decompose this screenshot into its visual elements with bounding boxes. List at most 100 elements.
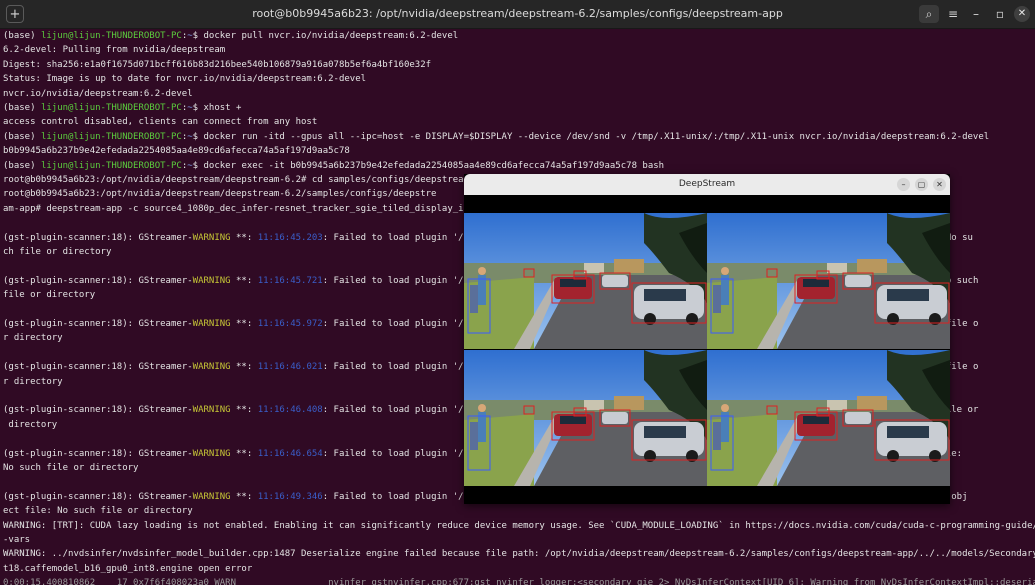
terminal-line: 0:00:15.400810862 17 0x7f6f408023a0 WARN… [3,576,1035,585]
terminal-text: lijun@lijun-THUNDEROBOT-PC [40,31,182,41]
menu-button[interactable]: ≡ [943,5,963,23]
terminal-text: $ docker exec -it b0b9945a6b237b9e42efed… [192,160,665,171]
deepstream-window-title: DeepStream [678,179,736,189]
terminal-text: access control disabled, clients can con… [3,117,318,128]
search-icon: ⌕ [925,7,933,21]
close-icon: ✕ [936,180,943,189]
terminal-text: nvcr.io/nvidia/deepstream:6.2-devel [3,88,193,99]
terminal-text: -vars [3,535,31,545]
terminal-line: r directory [3,331,63,345]
terminal-line: WARNING: [TRT]: CUDA lazy loading is not… [3,519,1035,533]
terminal-text: $ docker pull nvcr.io/nvidia/deepstream:… [192,31,459,41]
terminal-text: 11:16:45.721 [257,275,323,286]
terminal-line: No such file or directory [3,461,138,475]
terminal-text: 11:16:49.346 [257,491,323,502]
terminal-line: ect file: No such file or directory [3,504,193,518]
terminal-text: r directory [3,333,63,344]
terminal-text: (base) [3,131,41,142]
terminal-text: file or directory [3,290,96,301]
terminal-text: 11:16:46.021 [257,362,323,373]
video-tile [464,213,707,349]
terminal-line: root@b0b9945a6b23:/opt/nvidia/deepstream… [3,187,436,201]
terminal-line: (base) lijun@lijun-THUNDEROBOT-PC:~$ xho… [3,101,241,115]
terminal-text: lijun@lijun-THUNDEROBOT-PC [40,160,182,171]
deepstream-maximize-button[interactable]: ▢ [915,178,928,191]
terminal-text: **: [230,448,258,459]
close-icon: ✕ [1017,8,1027,19]
terminal-line: WARNING: ../nvdsinfer/nvdsinfer_model_bu… [3,547,1035,561]
terminal-text: 6.2-devel: Pulling from nvidia/deepstrea… [3,45,226,56]
deepstream-titlebar[interactable]: DeepStream – ▢ ✕ [464,174,950,195]
terminal-text: Status: Image is up to date for nvcr.io/… [3,74,367,85]
terminal-line: am-app# deepstream-app -c source4_1080p_… [3,202,502,216]
terminal-text: r directory [3,376,63,387]
terminal-text: (base) [3,31,41,41]
terminal-text: 11:16:45.203 [257,232,323,243]
terminal-text: root@b0b9945a6b23:/opt/nvidia/deepstream… [3,175,491,185]
terminal-line: Status: Image is up to date for nvcr.io/… [3,72,366,86]
terminal-line: root@b0b9945a6b23:/opt/nvidia/deepstream… [3,173,491,187]
terminal-text: (gst-plugin-scanner:18): GStreamer- [3,275,193,286]
terminal-text: directory [3,419,58,430]
minimize-icon: – [901,180,906,189]
terminal-text: (gst-plugin-scanner:18): GStreamer- [3,319,193,329]
terminal-text: WARNING [192,448,231,459]
terminal-line: -vars [3,533,30,547]
terminal-text: 11:16:46.654 [257,448,323,459]
terminal-text: WARNING: [TRT]: CUDA lazy loading is not… [3,520,1035,531]
video-tile [707,213,950,349]
terminal-text: **: [230,405,258,416]
terminal-line: nvcr.io/nvidia/deepstream:6.2-devel [3,87,193,101]
terminal-text: Digest: sha256:e1a0f1675d071bcff616b83d2… [3,59,432,70]
terminal-text: **: [230,319,258,329]
tiled-video-display [464,213,950,486]
terminal-text: ch file or directory [3,247,112,257]
terminal-line: directory [3,418,57,432]
terminal-text: WARNING [192,405,231,416]
terminal-line: Digest: sha256:e1a0f1675d071bcff616b83d2… [3,58,431,72]
terminal-text: No such file or directory [3,463,139,473]
video-tile [707,350,950,486]
maximize-icon: ▢ [917,180,926,189]
terminal-text: WARNING [192,232,231,243]
deepstream-window[interactable]: DeepStream – ▢ ✕ [464,174,950,504]
terminal-text: $ xhost + [192,103,242,113]
terminal-text: (gst-plugin-scanner:18): GStreamer- [3,491,193,502]
terminal-text: **: [230,275,258,286]
close-button[interactable]: ✕ [1014,6,1030,22]
terminal-text: WARNING [192,491,231,502]
terminal-text: WARNING [192,319,231,329]
terminal-text: **: [230,491,258,502]
search-button[interactable]: ⌕ [919,5,939,23]
video-tile [464,350,707,486]
terminal-text: t18.caffemodel_b16_gpu0_int8.engine open… [3,563,253,574]
terminal-text: (gst-plugin-scanner:18): GStreamer- [3,405,193,416]
terminal-text: (base) [3,160,41,171]
terminal-text: 11:16:45.972 [257,319,323,329]
terminal-text: WARNING [192,275,231,286]
terminal-text: WARNING [192,362,231,373]
terminal-line: (base) lijun@lijun-THUNDEROBOT-PC:~$ doc… [3,130,989,144]
terminal-text: lijun@lijun-THUNDEROBOT-PC [40,103,182,113]
maximize-button[interactable]: ▫ [990,5,1010,23]
window-title: root@b0b9945a6b23: /opt/nvidia/deepstrea… [252,7,783,20]
terminal-text: **: [230,232,258,243]
terminal-line: (base) lijun@lijun-THUNDEROBOT-PC:~$ doc… [3,29,458,43]
terminal-text: (gst-plugin-scanner:18): GStreamer- [3,448,193,459]
terminal-line: access control disabled, clients can con… [3,115,317,129]
terminal-line: b0b9945a6b237b9e42efedada2254085aa4e89cd… [3,144,350,158]
deepstream-minimize-button[interactable]: – [897,178,910,191]
terminal-text: root@b0b9945a6b23:/opt/nvidia/deepstream… [3,189,437,200]
terminal-text: 0:00:15.400810862 17 0x7f6f408023a0 WARN… [3,578,1035,585]
maximize-icon: ▫ [995,7,1005,21]
terminal-text: 11:16:46.408 [257,405,323,416]
terminal-line: ch file or directory [3,245,111,259]
terminal-text: **: [230,362,258,373]
terminal-text: WARNING: ../nvdsinfer/nvdsinfer_model_bu… [3,549,1035,560]
minimize-button[interactable]: – [966,5,986,23]
terminal-text: (gst-plugin-scanner:18): GStreamer- [3,232,193,243]
terminal-line: 6.2-devel: Pulling from nvidia/deepstrea… [3,43,225,57]
terminal-text: ect file: No such file or directory [3,506,193,517]
deepstream-close-button[interactable]: ✕ [933,178,946,191]
terminal-line: file or directory [3,288,95,302]
